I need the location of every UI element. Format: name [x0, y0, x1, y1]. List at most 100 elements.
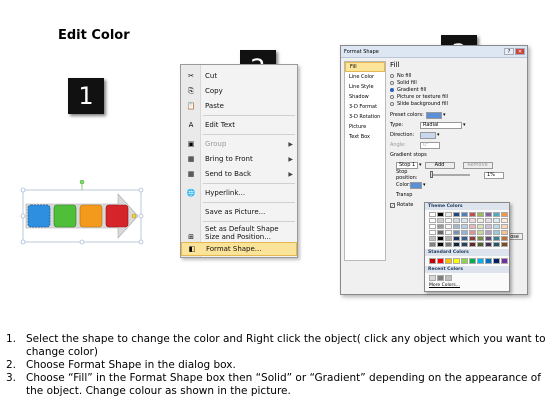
color-swatch[interactable] — [477, 230, 484, 235]
color-swatch[interactable] — [445, 224, 452, 229]
category-3d-format[interactable]: 3-D Format — [345, 102, 385, 112]
color-swatch[interactable] — [445, 218, 452, 223]
color-swatch[interactable] — [445, 236, 452, 241]
radio-picture-fill[interactable]: Picture or texture fill — [390, 93, 524, 100]
color-swatch[interactable] — [453, 236, 460, 241]
menu-item-paste[interactable]: 📋 Paste — [181, 99, 297, 113]
color-swatch[interactable] — [469, 212, 476, 217]
color-swatch[interactable] — [469, 218, 476, 223]
color-swatch[interactable] — [437, 212, 444, 217]
menu-item-edit-text[interactable]: A Edit Text — [181, 118, 297, 132]
color-swatch[interactable] — [477, 258, 484, 264]
color-swatch[interactable] — [485, 218, 492, 223]
color-swatch[interactable] — [429, 242, 436, 247]
stop-position-field[interactable]: 1% — [484, 171, 504, 179]
stop-color-button[interactable] — [410, 181, 422, 189]
menu-item-save-as-picture[interactable]: Save as Picture... — [181, 205, 297, 219]
color-swatch[interactable] — [437, 242, 444, 247]
color-swatch[interactable] — [429, 236, 436, 241]
color-swatch[interactable] — [437, 230, 444, 235]
color-swatch[interactable] — [493, 212, 500, 217]
help-icon[interactable]: ? — [504, 48, 514, 55]
color-swatch[interactable] — [485, 212, 492, 217]
color-swatch[interactable] — [437, 258, 444, 264]
color-swatch[interactable] — [485, 242, 492, 247]
color-swatch[interactable] — [445, 212, 452, 217]
radio-no-fill[interactable]: No fill — [390, 72, 524, 79]
radio-button[interactable] — [390, 73, 394, 78]
color-swatch[interactable] — [445, 242, 452, 247]
color-swatch[interactable] — [485, 230, 492, 235]
color-swatch[interactable] — [501, 258, 508, 264]
color-swatch[interactable] — [461, 212, 468, 217]
radio-button[interactable] — [390, 94, 394, 99]
color-swatch[interactable] — [485, 258, 492, 264]
color-swatch[interactable] — [461, 224, 468, 229]
menu-item-cut[interactable]: ✂ Cut — [181, 69, 297, 83]
radio-button[interactable] — [390, 80, 394, 85]
category-picture[interactable]: Picture — [345, 122, 385, 132]
chevron-down-icon[interactable]: ▾ — [443, 112, 446, 118]
color-swatch[interactable] — [501, 242, 508, 247]
menu-item-hyperlink[interactable]: 🌐 Hyperlink... — [181, 186, 297, 200]
category-fill[interactable]: Fill — [345, 62, 385, 72]
chevron-down-icon[interactable]: ▾ — [437, 132, 440, 138]
type-dropdown[interactable]: Radial — [420, 121, 462, 129]
category-line-style[interactable]: Line Style — [345, 82, 385, 92]
direction-dropdown[interactable] — [420, 131, 436, 139]
color-swatch[interactable] — [429, 218, 436, 223]
color-swatch[interactable] — [461, 258, 468, 264]
color-swatch[interactable] — [485, 236, 492, 241]
color-swatch[interactable] — [461, 236, 468, 241]
color-swatch[interactable] — [493, 230, 500, 235]
color-swatch[interactable] — [461, 242, 468, 247]
radio-solid-fill[interactable]: Solid fill — [390, 79, 524, 86]
color-swatch[interactable] — [461, 218, 468, 223]
color-swatch[interactable] — [477, 242, 484, 247]
preset-colors-dropdown[interactable] — [426, 111, 442, 119]
selected-arrow-shape[interactable] — [18, 179, 148, 250]
color-swatch[interactable] — [493, 242, 500, 247]
color-swatch[interactable] — [461, 230, 468, 235]
menu-item-bring-to-front[interactable]: ▦ Bring to Front ▶ — [181, 152, 297, 166]
color-swatch[interactable] — [437, 218, 444, 223]
color-swatch[interactable] — [501, 236, 508, 241]
color-swatch[interactable] — [429, 224, 436, 229]
color-swatch[interactable] — [469, 230, 476, 235]
color-swatch[interactable] — [501, 218, 508, 223]
radio-button[interactable] — [390, 101, 394, 106]
color-swatch[interactable] — [453, 212, 460, 217]
color-swatch[interactable] — [453, 224, 460, 229]
category-text-box[interactable]: Text Box — [345, 132, 385, 142]
menu-item-send-to-back[interactable]: ▦ Send to Back ▶ — [181, 167, 297, 181]
color-swatch[interactable] — [493, 218, 500, 223]
category-shadow[interactable]: Shadow — [345, 92, 385, 102]
close-icon[interactable]: ✕ — [515, 48, 525, 55]
color-swatch[interactable] — [477, 212, 484, 217]
chevron-down-icon[interactable]: ▾ — [419, 162, 422, 168]
rotate-checkbox[interactable]: ✓ — [390, 202, 395, 208]
color-swatch[interactable] — [437, 236, 444, 241]
more-colors-link[interactable]: More Colors... — [425, 283, 509, 288]
color-swatch[interactable] — [429, 212, 436, 217]
color-swatch[interactable] — [429, 275, 436, 281]
color-swatch[interactable] — [469, 258, 476, 264]
menu-item-format-shape[interactable]: ◧ Format Shape... — [181, 242, 297, 256]
chevron-down-icon[interactable]: ▾ — [423, 182, 426, 188]
color-swatch[interactable] — [437, 224, 444, 229]
radio-button[interactable] — [390, 87, 394, 92]
color-swatch[interactable] — [469, 224, 476, 229]
color-swatch[interactable] — [429, 230, 436, 235]
chevron-down-icon[interactable]: ▾ — [463, 122, 466, 128]
color-swatch[interactable] — [445, 230, 452, 235]
color-swatch[interactable] — [453, 258, 460, 264]
color-swatch[interactable] — [445, 275, 452, 281]
menu-item-copy[interactable]: ⎘ Copy — [181, 84, 297, 98]
color-swatch[interactable] — [501, 212, 508, 217]
stop-dropdown[interactable]: Stop 1 — [396, 161, 418, 169]
radio-slide-bg-fill[interactable]: Slide background fill — [390, 100, 524, 107]
color-swatch[interactable] — [453, 218, 460, 223]
color-swatch[interactable] — [477, 218, 484, 223]
color-swatch[interactable] — [445, 258, 452, 264]
add-stop-button[interactable]: Add — [424, 161, 455, 169]
